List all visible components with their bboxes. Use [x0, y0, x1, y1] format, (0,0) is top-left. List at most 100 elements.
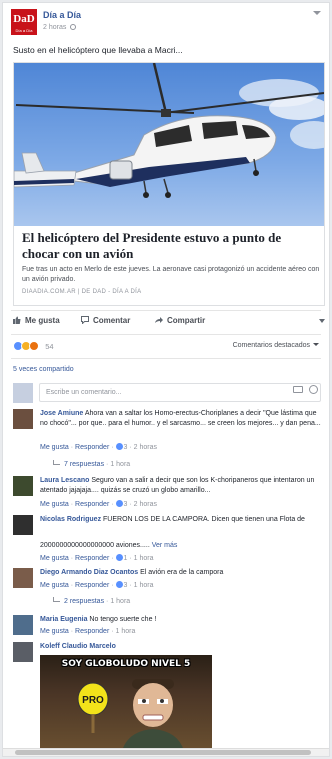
comment-body: Maria Eugenia No tengo suerte che !: [40, 615, 325, 625]
globe-icon: [70, 24, 77, 30]
post-actions: Me gusta Comentar Compartir: [3, 313, 329, 331]
horizontal-scrollbar[interactable]: [3, 748, 329, 756]
avatar[interactable]: [13, 642, 33, 662]
comment-time[interactable]: 1 hora: [134, 555, 154, 562]
meme-sign-illustration: PRO: [77, 682, 109, 733]
replies-count: 7 respuestas: [64, 461, 105, 468]
chevron-down-icon: [313, 343, 319, 346]
comment-reply-link[interactable]: Responder: [75, 501, 109, 508]
avatar[interactable]: [13, 568, 33, 588]
post-timestamp[interactable]: 2 horas: [43, 24, 66, 31]
like-reaction-icon: [115, 443, 123, 450]
comment-text: No tengo suerte che !: [89, 616, 157, 623]
comment-composer: Escribe un comentario...: [13, 381, 323, 403]
like-label: Me gusta: [25, 316, 60, 325]
comment-like-link[interactable]: Me gusta: [40, 555, 69, 562]
comment-reply-link[interactable]: Responder: [75, 444, 109, 451]
like-reaction-icon: [115, 500, 123, 507]
reactions-count: 54: [45, 341, 54, 351]
emoji-icon[interactable]: [309, 385, 318, 394]
replies-link[interactable]: 7 respuestas · 1 hora: [53, 460, 130, 468]
link-preview[interactable]: El helicóptero del Presidente estuvo a p…: [13, 62, 325, 306]
meme-sign-text: PRO: [82, 695, 104, 706]
helicopter-image[interactable]: [14, 63, 324, 226]
comment-time[interactable]: 2 horas: [134, 444, 157, 451]
page-name[interactable]: Día a Día: [43, 10, 81, 20]
camera-icon[interactable]: [293, 386, 303, 393]
replies-time: 1 hora: [110, 598, 131, 605]
logo-text: DaD: [13, 13, 35, 25]
share-icon: [155, 317, 163, 323]
divider: [11, 310, 321, 311]
comment-reply-link[interactable]: Responder: [75, 555, 109, 562]
post-options-icon[interactable]: [313, 11, 321, 15]
comment-body: Laura Lescano Seguro van a salir a decir…: [40, 476, 325, 496]
comment-like-link[interactable]: Me gusta: [40, 628, 69, 635]
avatar: [13, 383, 33, 403]
link-description: Fue tras un acto en Merlo de este jueves…: [22, 266, 320, 283]
comment-like-link[interactable]: Me gusta: [40, 444, 69, 451]
comment-meta: Me gusta · Responder · 3 · 1 hora: [40, 581, 154, 589]
replies-link[interactable]: 2 respuestas · 1 hora: [53, 597, 130, 605]
comment-like-count[interactable]: 1: [124, 555, 128, 562]
post-text: Susto en el helicóptero que llevaba a Ma…: [13, 45, 183, 55]
comment-text: Ahora van a saltar los Homo-erectus-Chor…: [40, 410, 321, 427]
comment-icon: [81, 316, 89, 324]
comment-reply-link[interactable]: Responder: [75, 628, 109, 635]
page-logo[interactable]: DaD Día a Día: [11, 9, 37, 35]
featured-comments-dropdown[interactable]: Comentarios destacados: [233, 342, 319, 349]
avatar[interactable]: [13, 515, 33, 535]
comment-button[interactable]: Comentar: [81, 316, 130, 325]
meme-image[interactable]: SOY GLOBOLUDO NIVEL 5 PRO: [40, 655, 212, 751]
comment-time[interactable]: 1 hora: [134, 582, 154, 589]
comment-like-count[interactable]: 3: [124, 582, 128, 589]
like-button[interactable]: Me gusta: [13, 316, 60, 325]
comment-body: Nicolas Rodriguez FUERON LOS DE LA CAMPO…: [40, 515, 325, 525]
replies-count: 2 respuestas: [64, 598, 105, 605]
reply-arrow-icon: [53, 597, 60, 602]
post-header: DaD Día a Día Día a Día 2 horas: [3, 3, 329, 39]
angry-reaction-icon: [29, 341, 39, 351]
thumbs-up-icon: [13, 316, 21, 324]
comment-body: Koleff Claudio Marcelo: [40, 642, 325, 652]
comment-text: El avión era de la campora: [140, 569, 224, 576]
comment-label: Comentar: [93, 316, 131, 325]
comment-reply-link[interactable]: Responder: [75, 582, 109, 589]
avatar[interactable]: [13, 476, 33, 496]
reactions-summary[interactable]: 54: [13, 341, 54, 353]
post-card: DaD Día a Día Día a Día 2 horas Susto en…: [2, 2, 330, 757]
meme-caption: SOY GLOBOLUDO NIVEL 5: [61, 659, 191, 669]
comment-meta: Me gusta · Responder · 3 · 2 horas: [40, 443, 158, 451]
see-more-link[interactable]: Ver más: [152, 542, 178, 549]
comment-author[interactable]: Koleff Claudio Marcelo: [40, 643, 116, 650]
comment-author[interactable]: Laura Lescano: [40, 477, 89, 484]
shares-count[interactable]: 5 veces compartido: [13, 366, 74, 373]
comment-author[interactable]: Nicolas Rodriguez: [40, 516, 101, 523]
comment-like-count[interactable]: 3: [124, 444, 128, 451]
comment-time[interactable]: 2 horas: [134, 501, 157, 508]
comment-author[interactable]: Maria Eugenia: [40, 616, 87, 623]
replies-time: 1 hora: [110, 461, 131, 468]
avatar[interactable]: [13, 615, 33, 635]
logo-subtext: Día a Día: [15, 28, 33, 33]
share-options-icon[interactable]: [319, 319, 325, 323]
helicopter-illustration: [14, 63, 324, 198]
comment-author[interactable]: Jose Amiune: [40, 410, 83, 417]
link-title[interactable]: El helicóptero del Presidente estuvo a p…: [22, 230, 318, 262]
avatar[interactable]: [13, 409, 33, 429]
share-label: Compartir: [167, 316, 206, 325]
comment-like-count[interactable]: 3: [124, 501, 128, 508]
comment-input[interactable]: Escribe un comentario...: [39, 383, 321, 402]
comment-like-link[interactable]: Me gusta: [40, 501, 69, 508]
share-button[interactable]: Compartir: [155, 316, 205, 325]
comment-body: Jose Amiune Ahora van a saltar los Homo-…: [40, 409, 325, 429]
link-source: DIAADIA.COM.AR | DE DAD - DÍA A DÍA: [22, 289, 142, 295]
scrollbar-thumb[interactable]: [15, 750, 311, 755]
comment-like-link[interactable]: Me gusta: [40, 582, 69, 589]
comment-time[interactable]: 1 hora: [116, 628, 136, 635]
comment-body-continued: 2000000000000000000 aviones..... Ver más: [40, 541, 325, 551]
reply-arrow-icon: [53, 460, 60, 465]
comment-meta: Me gusta · Responder · 1 · 1 hora: [40, 554, 154, 562]
like-reaction-icon: [115, 554, 123, 561]
comment-author[interactable]: Diego Armando Diaz Ocantos: [40, 569, 138, 576]
